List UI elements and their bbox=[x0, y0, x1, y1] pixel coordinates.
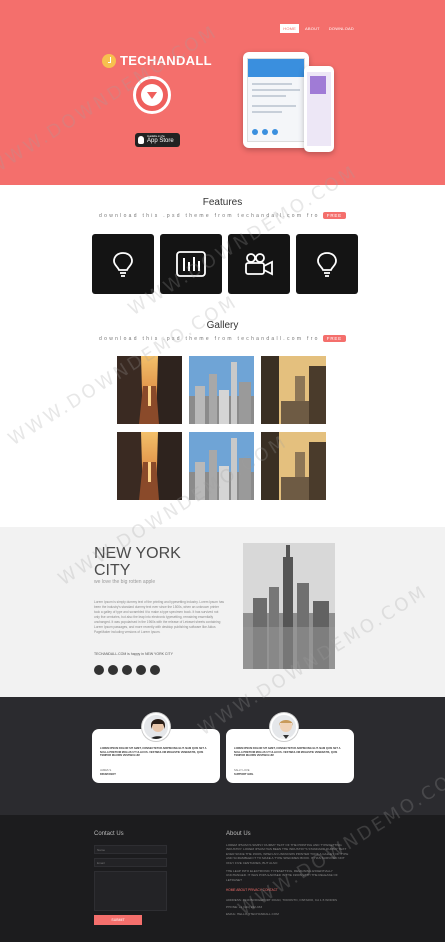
download-button[interactable] bbox=[133, 76, 171, 114]
facebook-icon[interactable] bbox=[108, 665, 118, 675]
email-field[interactable]: Email bbox=[94, 858, 167, 867]
lightbulb-icon bbox=[113, 252, 133, 277]
features-title: Features bbox=[202, 197, 243, 208]
download-arrow-icon bbox=[141, 84, 163, 106]
app-store-button[interactable]: Available on the App Store bbox=[135, 133, 180, 147]
testimonial-role: DRUM KNOT bbox=[100, 773, 116, 776]
about-text: LOREM IPSUM IS SIMPLY DUMMY TEXT OF THE … bbox=[226, 843, 349, 865]
appstore-label: App Store bbox=[147, 138, 174, 144]
free-badge: FREE bbox=[322, 335, 346, 342]
avatar bbox=[270, 713, 298, 741]
testimonial-role: SUPPORT GIRL bbox=[234, 773, 254, 776]
new-york-photo bbox=[243, 543, 335, 669]
dribbble-icon[interactable] bbox=[136, 665, 146, 675]
video-camera-icon bbox=[245, 253, 273, 276]
footer-email: EMAIL: HELLO@TECHANDALL.COM bbox=[226, 912, 279, 916]
nav-about[interactable]: ABOUT bbox=[302, 24, 323, 33]
ny-body: Lorem Ipsum is simply dummy text of the … bbox=[94, 600, 224, 634]
gallery-image-skyline[interactable] bbox=[189, 432, 254, 500]
message-field[interactable] bbox=[94, 871, 167, 911]
ny-link[interactable]: TECHANDALL.COM is happy in NEW YORK CITY bbox=[94, 652, 173, 656]
submit-button[interactable]: SUBMIT bbox=[94, 915, 142, 925]
about-title: About Us bbox=[226, 831, 251, 837]
footer bbox=[0, 815, 445, 942]
top-nav: HOME ABOUT DOWNLOAD bbox=[280, 24, 357, 33]
equalizer-icon bbox=[176, 251, 206, 277]
testimonial-text: LOREM IPSUM DOLOR SIT AMET, CONSECTETUR … bbox=[100, 747, 207, 757]
logo-text: TECHANDALL bbox=[120, 53, 212, 68]
footer-address: ADDRESS: 3949 BRIDGEPORT ROAD, TORONTO, … bbox=[226, 898, 338, 902]
phone-mockup bbox=[304, 66, 334, 152]
testimonial-name: SALLY LOVE bbox=[234, 769, 250, 772]
gallery-title: Gallery bbox=[206, 320, 239, 331]
feature-tile[interactable] bbox=[296, 234, 358, 294]
nav-home[interactable]: HOME bbox=[280, 24, 300, 33]
gallery-image-sunset[interactable] bbox=[261, 432, 326, 500]
testimonial-card: LOREM IPSUM DOLOR SIT AMET, CONSECTETUR … bbox=[92, 713, 220, 783]
gallery-image-skyline[interactable] bbox=[189, 356, 254, 424]
gallery-image-street[interactable] bbox=[117, 356, 182, 424]
gallery-image-street[interactable] bbox=[117, 432, 182, 500]
google-plus-icon[interactable] bbox=[122, 665, 132, 675]
testimonials-section bbox=[0, 697, 445, 815]
features-subtitle: download this .psd theme from techandall… bbox=[0, 212, 445, 219]
footer-links[interactable]: HOME ABOUT PRIVACY CONTACT bbox=[226, 888, 278, 892]
social-icons bbox=[94, 665, 160, 675]
nav-download[interactable]: DOWNLOAD bbox=[326, 24, 357, 33]
testimonial-card: LOREM IPSUM DOLOR SIT AMET, CONSECTETUR … bbox=[226, 713, 354, 783]
tablet-mockup bbox=[243, 52, 309, 148]
testimonial-name: JAMES S. bbox=[100, 769, 112, 772]
twitter-icon[interactable] bbox=[94, 665, 104, 675]
hero-section: HOME ABOUT DOWNLOAD TECHANDALL Available… bbox=[0, 0, 445, 185]
footer-phone: PHONE: +1 (111) 222-333 bbox=[226, 905, 263, 909]
ny-subtitle: we love the big rotten apple bbox=[94, 579, 156, 585]
name-field[interactable]: Name bbox=[94, 845, 167, 854]
lightbulb-icon bbox=[317, 252, 337, 277]
about-text-2: THE LEAP INTO ELECTRONIC TYPESETTING, RE… bbox=[226, 869, 338, 882]
contact-title: Contact Us bbox=[94, 831, 124, 837]
gallery-grid bbox=[117, 356, 326, 500]
clock-icon bbox=[102, 53, 116, 68]
features-subtitle-text: download this .psd theme from techandall… bbox=[99, 212, 320, 219]
ny-title: NEW YORK CITY bbox=[94, 545, 181, 579]
gallery-image-sunset[interactable] bbox=[261, 356, 326, 424]
free-badge: FREE bbox=[322, 212, 346, 219]
rss-icon[interactable] bbox=[150, 665, 160, 675]
gallery-subtitle-text: download this .psd theme from techandall… bbox=[99, 335, 320, 342]
gallery-subtitle: download this .psd theme from techandall… bbox=[0, 335, 445, 342]
features-grid bbox=[92, 234, 358, 294]
feature-tile[interactable] bbox=[92, 234, 154, 294]
feature-tile[interactable] bbox=[160, 234, 222, 294]
feature-tile[interactable] bbox=[228, 234, 290, 294]
avatar bbox=[142, 713, 170, 741]
testimonial-text: LOREM IPSUM DOLOR SIT AMET, CONSECTETUR … bbox=[234, 747, 341, 757]
logo[interactable]: TECHANDALL bbox=[102, 53, 212, 68]
